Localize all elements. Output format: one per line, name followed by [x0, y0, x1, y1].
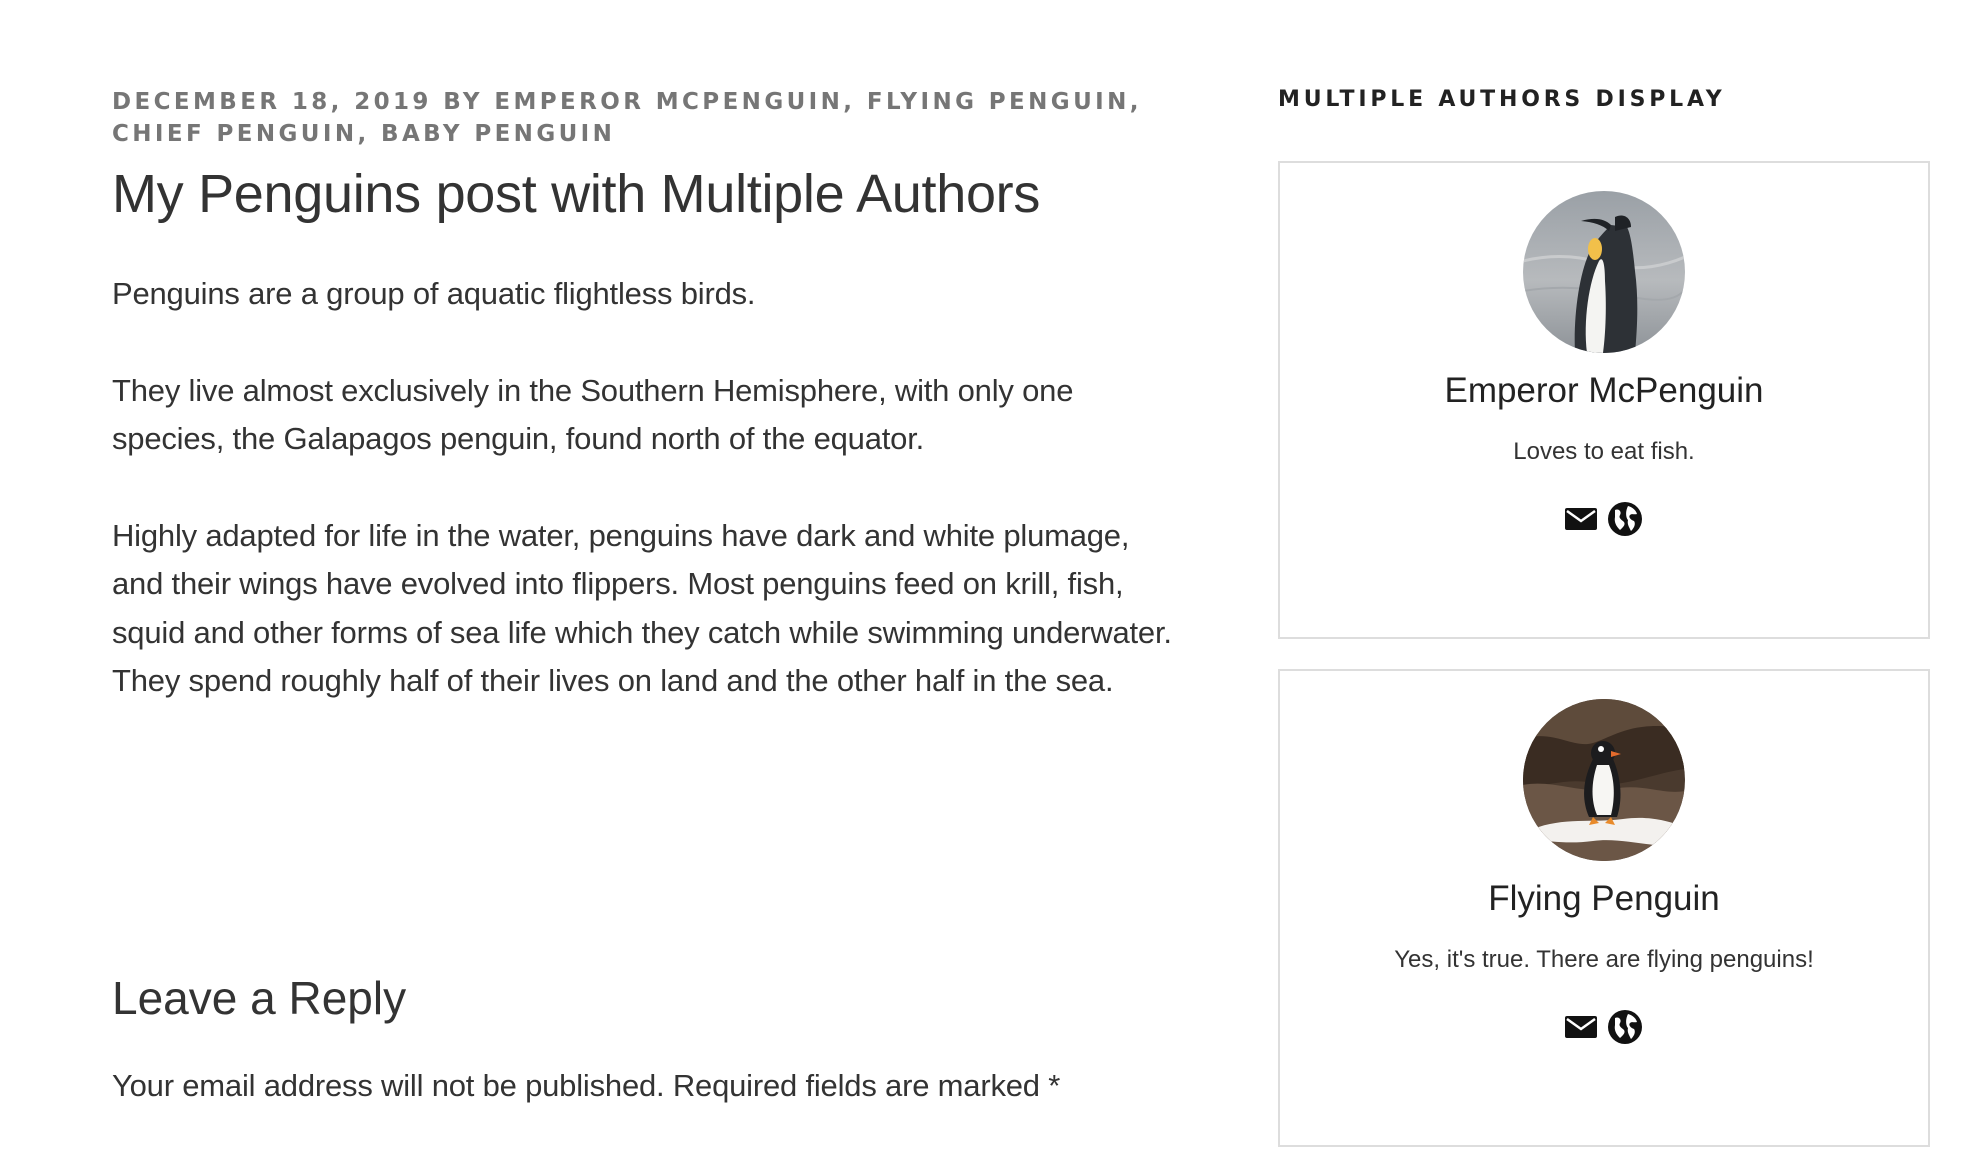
author-name[interactable]: Emperor McPenguin [1280, 369, 1928, 413]
author-bio: Loves to eat fish. [1513, 438, 1695, 465]
globe-icon[interactable] [1606, 1008, 1644, 1046]
mail-icon[interactable] [1564, 505, 1598, 533]
post-paragraph: Highly adapted for life in the water, pe… [112, 517, 1172, 699]
post-article: December 18, 2019 by Emperor McPenguin, … [112, 86, 1172, 754]
emperor-penguin-avatar-image [1523, 191, 1685, 353]
avatar[interactable] [1523, 699, 1685, 861]
sidebar: Multiple Authors Display [1278, 84, 1932, 1147]
author-bio: Yes, it's true. There are flying penguin… [1394, 946, 1814, 973]
author-name[interactable]: Flying Penguin [1280, 877, 1928, 921]
leave-reply-heading: Leave a Reply [112, 972, 407, 1024]
post-paragraph: Penguins are a group of aquatic flightle… [112, 276, 756, 311]
post-date-link[interactable]: December 18, 2019 [112, 89, 432, 115]
mail-icon[interactable] [1564, 1013, 1598, 1041]
author-link-chief[interactable]: Chief Penguin [112, 121, 358, 147]
author-links [1280, 1008, 1928, 1046]
author-separator: , [843, 89, 867, 115]
post-content: Penguins are a group of aquatic flightle… [112, 270, 1172, 706]
comment-notes: Your email address will not be published… [112, 1068, 1061, 1103]
entry-meta: December 18, 2019 by Emperor McPenguin, … [112, 86, 1172, 150]
post-paragraph: They live almost exclusively in the Sout… [112, 372, 1074, 457]
by-label: by [443, 89, 483, 115]
author-box-emperor: Emperor McPenguin Loves to eat fish. [1278, 161, 1930, 639]
widget-title: Multiple Authors Display [1278, 87, 1726, 112]
author-separator: , [1129, 89, 1142, 115]
author-separator: , [357, 121, 382, 147]
author-links [1280, 500, 1928, 538]
author-box-flying: Flying Penguin Yes, it's true. There are… [1278, 669, 1930, 1147]
author-link-baby[interactable]: Baby Penguin [381, 121, 615, 147]
gentoo-penguin-avatar-image [1523, 699, 1685, 861]
author-link-flying[interactable]: Flying Penguin [867, 89, 1130, 115]
avatar[interactable] [1523, 191, 1685, 353]
post-title: My Penguins post with Multiple Authors [112, 164, 1041, 224]
globe-icon[interactable] [1606, 500, 1644, 538]
author-link-emperor[interactable]: Emperor McPenguin [494, 89, 843, 115]
